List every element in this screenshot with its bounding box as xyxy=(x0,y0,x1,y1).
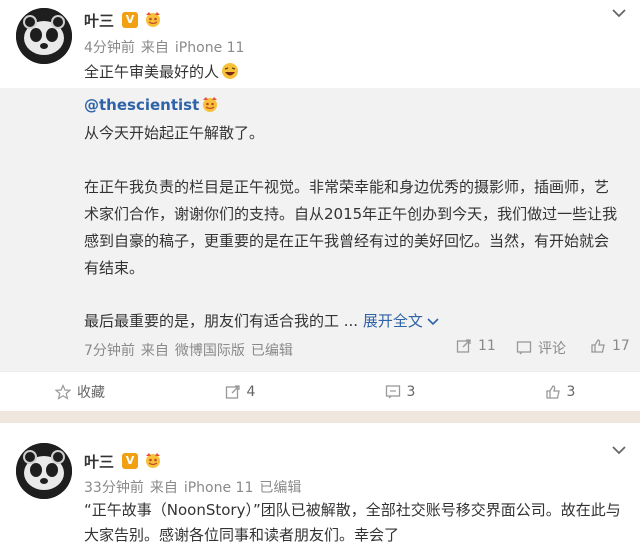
author-name[interactable]: 叶三 xyxy=(84,451,114,472)
favorite-label: 收藏 xyxy=(77,384,105,401)
vip-badge-icon: V xyxy=(122,12,138,28)
repost-likes[interactable]: 17 xyxy=(590,338,630,354)
laughing-emoji-icon xyxy=(222,63,239,79)
post-meta: 4分钟前 来自 iPhone 11 xyxy=(84,37,250,57)
repost-line: 感到自豪的稿子，更重要的是在正午我曾经有过的美好回忆。当然，有开始就会 xyxy=(84,232,610,250)
chevron-down-icon xyxy=(427,318,439,326)
repost-block[interactable]: @thescientist 从今天开始起正午解散了。 在正午我负责的栏目是正午视… xyxy=(0,88,640,371)
chevron-down-icon[interactable] xyxy=(612,8,626,18)
post-time: 33分钟前 xyxy=(84,480,144,496)
chevron-down-icon[interactable] xyxy=(612,445,626,455)
avatar[interactable] xyxy=(16,8,72,64)
comment-button[interactable]: 3 xyxy=(320,372,480,411)
repost-icon xyxy=(225,384,240,399)
post-from: 来自 xyxy=(149,480,178,496)
repost-client: 微博国际版 xyxy=(174,343,245,359)
repost-line: 有结束。 xyxy=(84,259,145,277)
post-separator xyxy=(0,411,640,423)
fan-badge-icon xyxy=(146,453,160,468)
post-edited[interactable]: 已编辑 xyxy=(259,480,301,496)
post-from: 来自 xyxy=(140,40,169,56)
thumbs-up-icon xyxy=(591,339,605,353)
repost-line-last: 最后最重要的是，朋友们有适合我的工 ... 展开全文 xyxy=(84,308,439,334)
repost-line: 在正午我负责的栏目是正午视觉。非常荣幸能和身边优秀的摄影师，插画师，艺 xyxy=(84,178,610,196)
avatar[interactable] xyxy=(16,443,72,499)
repost-button[interactable]: 4 xyxy=(160,372,320,411)
post-device: iPhone 11 xyxy=(183,480,254,496)
repost-edited[interactable]: 已编辑 xyxy=(251,343,293,359)
post-text: 全正午审美最好的人 xyxy=(84,59,239,85)
fan-badge-icon xyxy=(146,12,160,27)
comment-count-label: 3 xyxy=(406,383,416,400)
fan-badge-icon xyxy=(203,97,218,112)
vip-badge-icon: V xyxy=(122,453,138,469)
post-text-line: “正午故事（NoonStory）”团队已被解散，全部社交账号移交界面公司。故在此… xyxy=(84,501,621,519)
repost-line: 最后最重要的是，朋友们有适合我的工 ... xyxy=(84,312,359,330)
thumbs-up-icon xyxy=(545,384,560,399)
weibo-post: 叶三 V 4分钟前 来自 iPhone 11 全正午审美最好的人 @thescien… xyxy=(0,0,640,411)
repost-line: 从今天开始起正午解散了。 xyxy=(84,124,265,142)
repost-count-label: 4 xyxy=(246,383,256,400)
post-text-content: 全正午审美最好的人 xyxy=(84,63,220,81)
repost-line: 术家们合作，谢谢你们的支持。自从2015年正午创办到今天，我们做过一些让我 xyxy=(84,205,618,223)
star-icon xyxy=(55,383,71,400)
repost-from: 来自 xyxy=(140,343,169,359)
comment-icon xyxy=(516,341,532,355)
repost-author-link[interactable]: @thescientist xyxy=(84,96,199,114)
repost-author[interactable]: @thescientist xyxy=(84,96,219,114)
post-device: iPhone 11 xyxy=(174,40,245,56)
like-count-label: 3 xyxy=(566,383,576,400)
weibo-post: 叶三 V 33分钟前 来自 iPhone 11 已编辑 “正午故事（NoonStory… xyxy=(0,423,640,545)
expand-full-text-link[interactable]: 展开全文 xyxy=(363,312,439,330)
post-text-line: 大家告别。感谢各位同事和读者朋友们。幸会了 xyxy=(84,526,400,544)
action-bar: 收藏 4 3 3 xyxy=(0,371,640,411)
repost-meta: 7分钟前 来自 微博国际版 已编辑 xyxy=(84,340,299,360)
like-button[interactable]: 3 xyxy=(480,372,640,411)
author-name[interactable]: 叶三 xyxy=(84,10,114,31)
post-meta: 33分钟前 来自 iPhone 11 已编辑 xyxy=(84,477,307,497)
repost-icon xyxy=(456,339,471,353)
repost-likes-value: 17 xyxy=(612,338,630,354)
repost-time: 7分钟前 xyxy=(84,343,135,359)
post-time: 4分钟前 xyxy=(84,40,135,56)
repost-count-value: 11 xyxy=(478,338,496,354)
repost-count[interactable]: 11 xyxy=(456,338,496,354)
comment-icon xyxy=(385,384,400,398)
expand-label[interactable]: 展开全文 xyxy=(363,312,423,330)
repost-comment[interactable]: 评论 xyxy=(516,338,566,358)
repost-comment-label: 评论 xyxy=(538,341,566,357)
favorite-button[interactable]: 收藏 xyxy=(0,372,160,411)
